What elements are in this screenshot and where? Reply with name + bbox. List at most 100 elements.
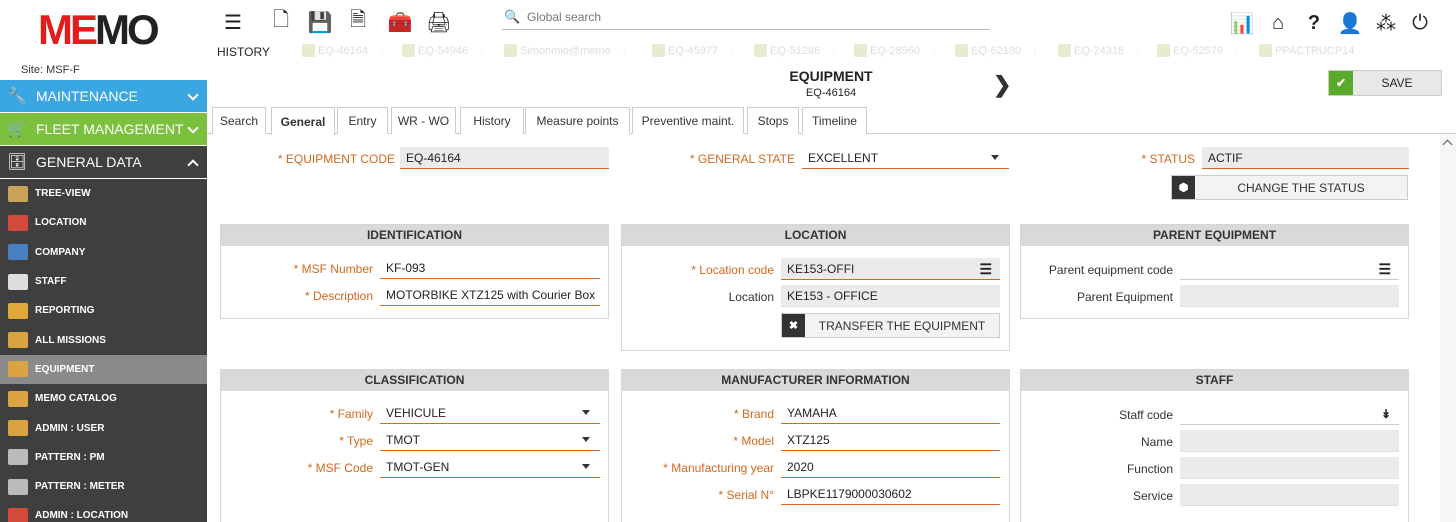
save-disk-icon[interactable]: 💾 [306,8,334,36]
transfer-equipment-button[interactable]: ✖ TRANSFER THE EQUIPMENT [781,313,1000,338]
location-code-field[interactable]: KE153-OFFI ☰ [781,258,1000,280]
history-item-label: EQ-52579 [1173,44,1224,57]
staff-service-field [1180,484,1399,506]
toolbox-icon[interactable]: 🧰 [386,8,414,36]
history-item[interactable]: Simonmio@memo › [504,44,626,57]
tab-wr-wo[interactable]: WR - WO [391,107,456,134]
family-select[interactable]: VEHICULE [380,402,600,424]
type-select[interactable]: TMOT [380,429,600,451]
status-field[interactable]: ACTIF [1202,147,1409,169]
manufacturing-year-field[interactable]: 2020 [781,456,1000,478]
msf-code-value: TMOT-GEN [386,459,450,474]
admin-location-icon [8,507,28,522]
sidebar-item-equipment[interactable]: EQUIPMENT [0,354,207,385]
history-item-icon [854,44,867,57]
wrench-icon: 🔧 [7,88,27,105]
sidebar-item-admin-user[interactable]: ADMIN : USER [0,413,207,442]
check-icon: ✔ [1329,71,1353,95]
manufacturing-year-label: * Manufacturing year [663,461,774,475]
general-data-submenu: TREE-VIEW LOCATION COMPANY STAFF REPORTING AL… [0,179,207,522]
sidebar-item-location[interactable]: LOCATION [0,208,207,237]
dropdown-arrow-icon [991,155,999,160]
model-label: * Model [733,434,774,448]
history-item[interactable]: EQ-46164 › [302,44,384,57]
history-item[interactable]: EQ-51286 › [754,44,836,57]
serial-number-field[interactable]: LBPKE1179000030602 [781,483,1000,505]
brand-field[interactable]: YAMAHA [781,402,1000,424]
tab-history[interactable]: History [460,107,524,134]
sidebar-item-all-missions[interactable]: ALL MISSIONS [0,325,207,354]
list-icon[interactable]: ☰ [979,262,992,276]
menu-general-data[interactable]: 🗄 GENERAL DATA [0,146,207,179]
breadcrumb-separator-icon: › [1136,44,1140,57]
change-status-button[interactable]: ⬢ CHANGE THE STATUS [1171,175,1408,200]
model-field[interactable]: XTZ125 [781,429,1000,451]
history-item[interactable]: EQ-62180 › [955,44,1037,57]
topbar: ☰ 🗋 💾 🗎 🧰 🖨 🔍 📊 ⌂ ? 👤 ⁂ ⏻ HISTORY EQ-461… [207,0,1456,105]
power-icon[interactable]: ⏻ [1407,10,1433,36]
user-icon[interactable]: 👤 [1337,10,1363,36]
history-item[interactable]: EQ-28960 › [854,44,936,57]
history-item[interactable]: EQ-24318 › [1058,44,1140,57]
page-title: EQUIPMENT [789,68,873,84]
sidebar-item-pattern-pm[interactable]: PATTERN : PM [0,443,207,472]
vertical-scrollbar[interactable] [1440,135,1456,522]
global-search[interactable]: 🔍 [502,8,990,30]
parent-code-field[interactable]: ☰ [1180,258,1399,280]
msf-number-field[interactable]: KF-093 [380,257,600,279]
sidebar-item-memo-catalog[interactable]: MEMO CATALOG [0,384,207,413]
manufacturer-title: MANUFACTURER INFORMATION [622,370,1009,391]
tab-entry[interactable]: Entry [337,107,388,134]
sidebar-item-label: TREE-VIEW [35,188,91,200]
home-icon[interactable]: ⌂ [1265,10,1291,36]
history-item[interactable]: EQ-54946 › [402,44,484,57]
next-record-icon[interactable]: ❯ [993,72,1011,98]
export-document-icon[interactable]: 🗎 [344,8,372,36]
history-item[interactable]: EQ-45977 › [652,44,734,57]
parent-equipment-field [1180,285,1399,307]
new-document-icon[interactable]: 🗋 [267,8,295,36]
save-button[interactable]: ✔ SAVE [1328,70,1442,96]
tab-search[interactable]: Search [212,107,266,134]
general-state-select[interactable]: EXCELLENT [802,147,1009,169]
history-item-label: EQ-54946 [418,44,469,57]
history-label: HISTORY [217,45,270,59]
history-item-icon [1058,44,1071,57]
history-item[interactable]: PPACTRUCP14 [1259,44,1354,57]
tab-measure-points[interactable]: Measure points [525,107,630,134]
chart-icon[interactable]: 📊 [1229,10,1255,36]
menu-maintenance[interactable]: 🔧 MAINTENANCE [0,80,207,113]
transfer-label: TRANSFER THE EQUIPMENT [818,318,986,333]
list-icon[interactable]: ☰ [1378,262,1391,276]
sidebar-item-label: ADMIN : LOCATION [35,510,129,522]
menu-fleet-management[interactable]: 🛒 FLEET MANAGEMENT [0,113,207,146]
sidebar-item-staff[interactable]: STAFF [0,267,207,296]
tab-timeline[interactable]: Timeline [802,107,867,134]
sort-arrow-icon[interactable]: ↡ [1381,408,1391,420]
equipment-code-field[interactable]: EQ-46164 [400,147,609,169]
msf-code-select[interactable]: TMOT-GEN [380,456,600,478]
parent-equipment-panel: PARENT EQUIPMENT Parent equipment code ☰… [1020,224,1409,319]
printer-icon[interactable]: 🖨 [425,8,453,36]
sidebar-item-pattern-meter[interactable]: PATTERN : METER [0,472,207,501]
sidebar-item-tree-view[interactable]: TREE-VIEW [0,179,207,208]
tab-preventive-maint[interactable]: Preventive maint. [632,107,744,134]
sidebar-item-label: PATTERN : PM [35,451,105,463]
sidebar-item-admin-location[interactable]: ADMIN : LOCATION [0,501,207,522]
reporting-icon [8,302,28,319]
tab-general[interactable]: General [271,107,335,135]
share-icon[interactable]: ⁂ [1373,10,1399,36]
sidebar-item-company[interactable]: COMPANY [0,238,207,267]
history-item[interactable]: EQ-52579 › [1157,44,1239,57]
scroll-up-icon[interactable] [1442,139,1453,150]
description-field[interactable]: MOTORBIKE XTZ125 with Courier Box [380,284,600,306]
tab-stops[interactable]: Stops [747,107,799,134]
sidebar-item-reporting[interactable]: REPORTING [0,296,207,325]
help-icon[interactable]: ? [1301,10,1327,36]
search-input[interactable] [527,10,967,24]
staff-code-field[interactable]: ↡ [1180,403,1399,425]
sidebar-item-label: ADMIN : USER [35,422,105,434]
tree-icon [8,185,28,202]
hamburger-menu-icon[interactable]: ☰ [219,8,247,36]
breadcrumb-separator-icon: › [1235,44,1239,57]
